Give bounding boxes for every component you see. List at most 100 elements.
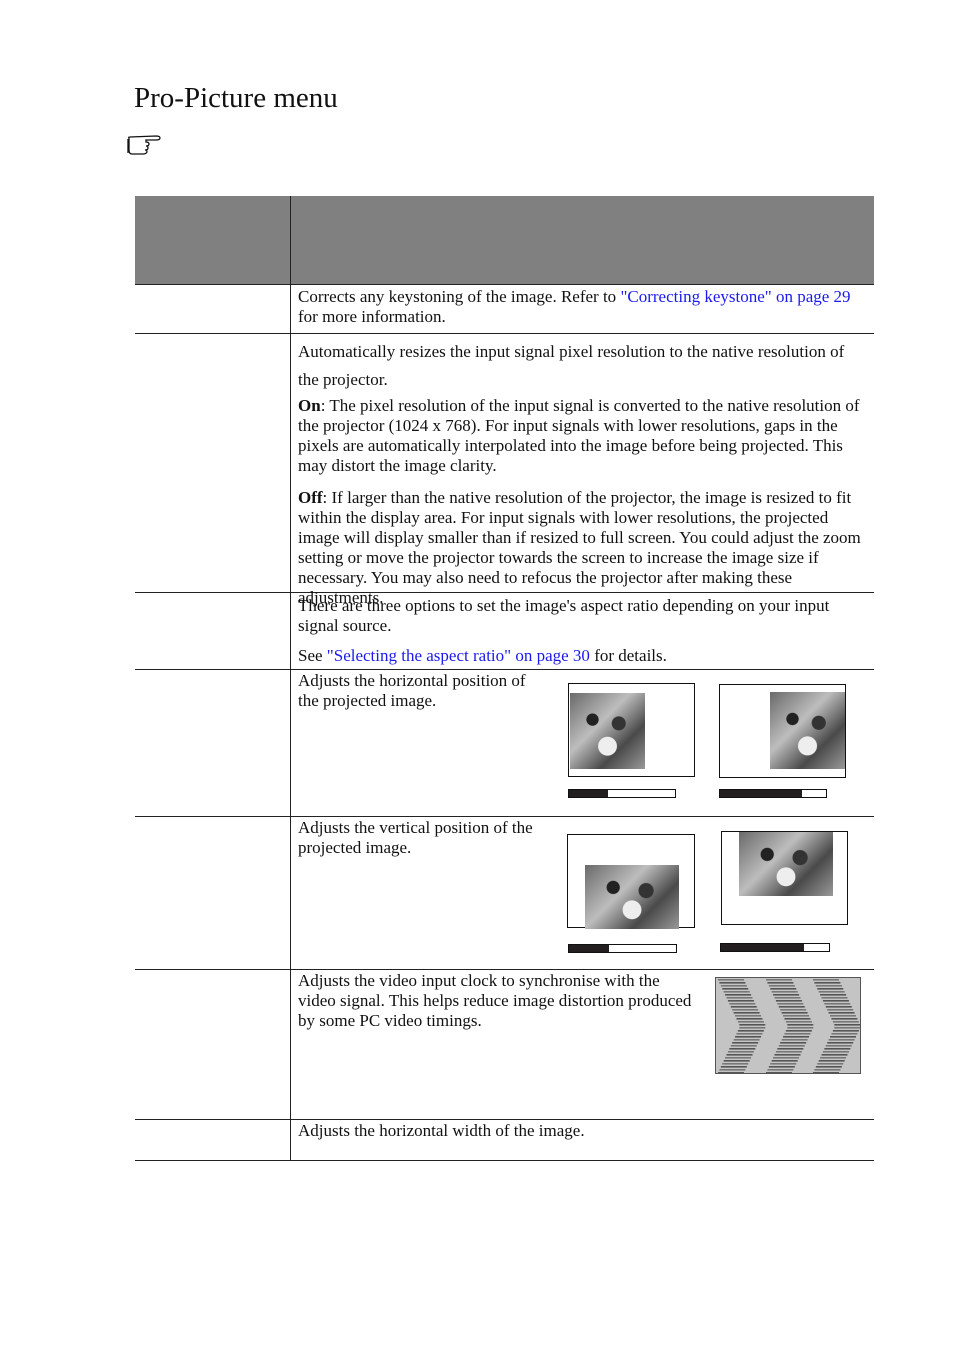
projected-image <box>585 865 679 929</box>
bar-fill <box>721 944 805 951</box>
distortion-line <box>813 1072 839 1073</box>
distortion-line <box>730 1045 757 1047</box>
row-label <box>135 670 291 816</box>
bar-fill <box>720 790 802 797</box>
distortion-line <box>834 1027 860 1029</box>
bar-fill <box>569 790 609 797</box>
distortion-line <box>781 1039 808 1041</box>
distortion-line <box>735 1036 762 1038</box>
distortion-line <box>773 994 800 996</box>
screen-frame-left <box>567 834 695 929</box>
table-row: Adjusts the horizontal width of the imag… <box>135 1120 874 1161</box>
distortion-line <box>726 1054 753 1056</box>
description-text: Adjusts the horizontal width of the imag… <box>298 1121 585 1140</box>
correcting-keystone-link[interactable]: "Correcting keystone" on page 29 <box>620 287 850 306</box>
distortion-line <box>767 1069 794 1071</box>
distortion-line <box>719 982 746 984</box>
distortion-line <box>821 1054 848 1056</box>
distortion-line <box>718 979 744 981</box>
distortion-line <box>735 1015 762 1017</box>
distortion-line <box>820 994 847 996</box>
header-description-cell <box>291 196 874 284</box>
distortion-line <box>825 1006 852 1008</box>
distortion-line <box>725 1057 752 1059</box>
distortion-line <box>766 1072 792 1073</box>
distortion-line <box>785 1021 812 1023</box>
position-bar-left <box>568 789 676 798</box>
table-row: Automatically resizes the input signal p… <box>135 334 874 607</box>
distortion-line <box>723 991 750 993</box>
distortion-line <box>817 1063 844 1065</box>
table-row: Adjusts the horizontal position of the p… <box>135 670 874 817</box>
screen-frame-left <box>568 683 695 777</box>
distortion-line <box>822 1000 849 1002</box>
distortion-line <box>770 1063 797 1065</box>
off-text: : If larger than the native resolution o… <box>298 488 861 607</box>
clock-distortion-figure <box>715 977 861 1074</box>
distortion-line <box>777 1048 804 1050</box>
distortion-line <box>824 1003 851 1005</box>
distortion-line <box>783 1015 810 1017</box>
distortion-line <box>830 1015 857 1017</box>
projected-image <box>570 693 645 769</box>
row-description: Automatically resizes the input signal p… <box>291 334 874 607</box>
on-label: On <box>298 396 321 415</box>
row-label <box>135 1120 291 1160</box>
distortion-line <box>825 1045 852 1047</box>
distortion-line <box>739 1027 766 1029</box>
distortion-line <box>773 1057 800 1059</box>
row-label <box>135 593 291 669</box>
row-description: Corrects any keystoning of the image. Re… <box>291 285 874 333</box>
distortion-line <box>727 1000 754 1002</box>
distortion-line <box>827 1009 854 1011</box>
distortion-line <box>730 1006 757 1008</box>
row-description: There are three options to set the image… <box>291 593 874 669</box>
table-row: Adjusts the vertical position of the pro… <box>135 817 874 970</box>
position-bar-right <box>720 943 830 952</box>
screen-frame-right <box>719 684 846 778</box>
projected-image <box>739 832 833 896</box>
position-bar-right <box>719 789 827 798</box>
distortion-line <box>777 1003 804 1005</box>
distortion-line <box>781 1012 808 1014</box>
description-text: Adjusts the video input clock to synchro… <box>298 971 692 1030</box>
table-header <box>135 196 874 284</box>
selecting-aspect-ratio-link[interactable]: "Selecting the aspect ratio" on page 30 <box>327 646 590 665</box>
distortion-line <box>767 982 794 984</box>
distortion-line <box>820 1057 847 1059</box>
distortion-line <box>775 1000 802 1002</box>
distortion-line <box>726 997 753 999</box>
distortion-line <box>814 1069 841 1071</box>
distortion-line <box>718 1072 744 1073</box>
distortion-line <box>775 1051 802 1053</box>
distortion-line <box>828 1039 855 1041</box>
row-label <box>135 334 291 592</box>
description-text: for details. <box>589 646 667 665</box>
description-text: Adjusts the horizontal position of the p… <box>298 671 526 710</box>
description-intro: Automatically resizes the input signal p… <box>298 342 845 389</box>
header-function-cell <box>135 196 291 284</box>
distortion-line <box>725 994 752 996</box>
distortion-line <box>768 1066 795 1068</box>
distortion-line <box>784 1033 811 1035</box>
distortion-line <box>828 1012 855 1014</box>
distortion-line <box>780 1042 807 1044</box>
distortion-line <box>770 988 797 990</box>
distortion-line <box>729 1003 756 1005</box>
distortion-line <box>736 1018 763 1020</box>
distortion-line <box>722 988 749 990</box>
distortion-line <box>719 1069 746 1071</box>
distortion-line <box>787 1024 814 1026</box>
distortion-line <box>815 985 842 987</box>
distortion-line <box>818 1060 845 1062</box>
distortion-line <box>832 1021 859 1023</box>
row-label <box>135 285 291 333</box>
distortion-line <box>778 1045 805 1047</box>
row-label <box>135 817 291 969</box>
distortion-line <box>824 1048 851 1050</box>
distortion-line <box>733 1012 760 1014</box>
distortion-line <box>766 979 792 981</box>
distortion-line <box>832 1030 859 1032</box>
distortion-line <box>831 1033 858 1035</box>
description-text: Corrects any keystoning of the image. Re… <box>298 287 621 306</box>
